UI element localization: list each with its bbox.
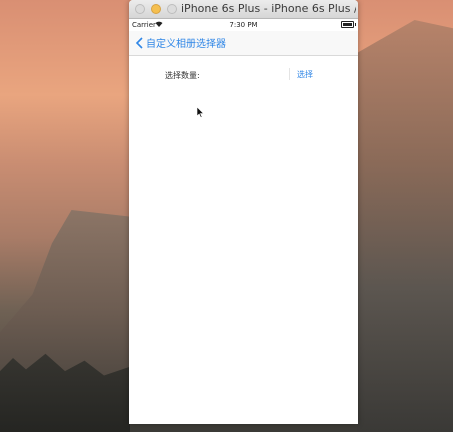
mouse-pointer-icon <box>197 107 205 118</box>
simulator-window: iPhone 6s Plus - iPhone 6s Plus / i... C… <box>129 0 358 424</box>
back-button[interactable]: 自定义相册选择器 <box>135 35 226 50</box>
navigation-bar: 自定义相册选择器 <box>129 31 358 56</box>
main-content: 选择数量: 选择 <box>129 56 358 424</box>
minimize-window-button[interactable] <box>151 4 161 14</box>
window-title: iPhone 6s Plus - iPhone 6s Plus / i... <box>181 2 356 15</box>
window-titlebar[interactable]: iPhone 6s Plus - iPhone 6s Plus / i... <box>129 0 358 19</box>
selection-count-label: 选择数量: <box>165 71 200 80</box>
ios-status-bar: Carrier 7:30 PM <box>129 19 358 31</box>
back-button-label: 自定义相册选择器 <box>146 39 226 50</box>
maximize-window-button[interactable] <box>167 4 177 14</box>
select-button[interactable]: 选择 <box>297 69 313 80</box>
battery-icon <box>341 21 356 28</box>
status-time: 7:30 PM <box>229 21 258 29</box>
wallpaper-cliff-right <box>357 20 453 432</box>
chevron-left-icon <box>135 36 143 49</box>
selection-count-input[interactable] <box>209 67 291 81</box>
input-divider <box>289 68 290 80</box>
close-window-button[interactable] <box>135 4 145 14</box>
